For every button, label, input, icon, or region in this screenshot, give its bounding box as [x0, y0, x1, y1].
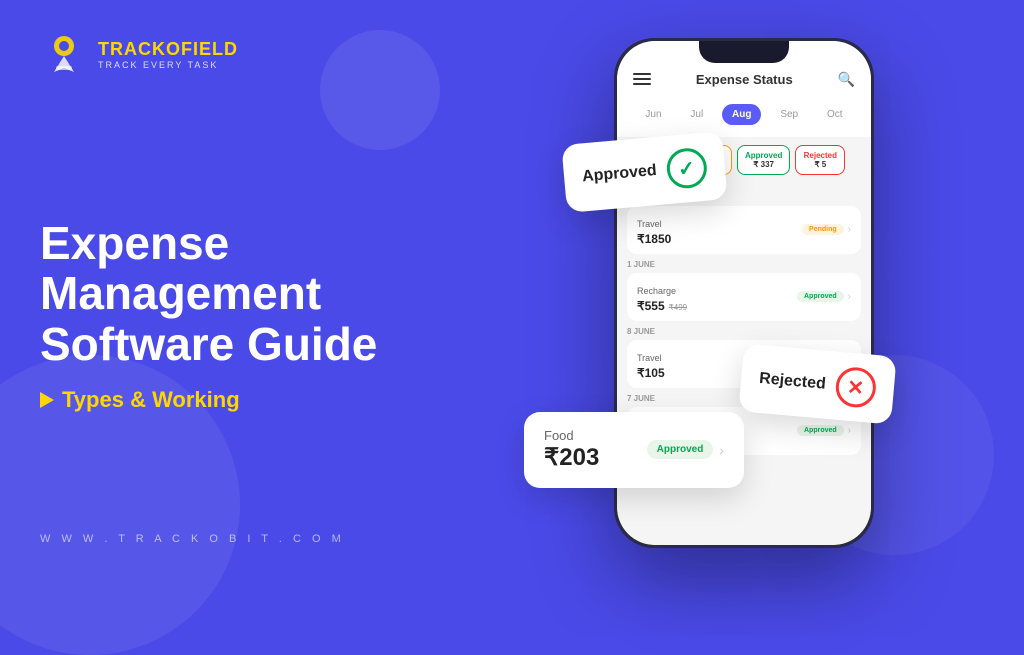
month-sep[interactable]: Sep	[770, 104, 808, 125]
month-tabs: Jun Jul Aug Sep Oct	[617, 98, 871, 137]
logo-part2: FIELD	[181, 39, 238, 59]
floating-food-card: Food ₹203 Approved ›	[524, 412, 744, 488]
rejected-label: Rejected	[759, 369, 827, 392]
subtitle: Types & Working	[40, 387, 460, 413]
logo-area: TRACKOFIELD TRACK EVERY TASK	[40, 30, 460, 78]
website-text: W W W . T R A C K O B I T . C O M	[40, 533, 460, 545]
filter-rejected[interactable]: Rejected ₹ 5	[795, 145, 845, 175]
logo-part1: TRACKO	[98, 39, 181, 59]
right-section: Approved ✓ Expense Status 🔍 Jun Ju	[464, 0, 1024, 575]
main-text: Expense Management Software Guide Types …	[40, 78, 460, 533]
approved-card-label: Approved	[581, 161, 657, 185]
app-title: Expense Status	[696, 72, 793, 87]
hamburger-icon[interactable]	[633, 73, 651, 85]
logo-name: TRACKOFIELD	[98, 39, 238, 60]
month-jun[interactable]: Jun	[635, 104, 671, 125]
rejected-card-label: Rejected	[759, 369, 827, 393]
month-oct[interactable]: Oct	[817, 104, 853, 125]
heading-line2: Software Guide	[40, 318, 377, 370]
logo-tagline: TRACK EVERY TASK	[98, 60, 238, 70]
date-8june: 8 JUNE	[627, 327, 861, 336]
food-amount: ₹203	[544, 443, 599, 472]
status-pending-badge: Pending	[802, 224, 844, 235]
phone-notch	[699, 41, 789, 63]
expense-item-travel[interactable]: Travel ₹1850 Pending ›	[627, 206, 861, 254]
filter-approved[interactable]: Approved ₹ 337	[737, 145, 790, 175]
search-icon[interactable]: 🔍	[838, 71, 855, 88]
status-approved-badge2: Approved	[797, 425, 844, 436]
food-name: Food	[544, 428, 599, 443]
approved-label: Approved	[581, 161, 657, 184]
date-1june: 1 JUNE	[627, 260, 861, 269]
expense-item-recharge[interactable]: Recharge ₹555 ₹499 Approved ›	[627, 273, 861, 321]
floating-approved-card: Approved ✓	[561, 131, 727, 213]
floating-rejected-card: Rejected ✕	[739, 343, 897, 424]
main-heading: Expense Management Software Guide	[40, 218, 460, 370]
month-aug[interactable]: Aug	[722, 104, 761, 125]
month-jul[interactable]: Jul	[680, 104, 713, 125]
logo-icon	[40, 30, 88, 78]
phone-wrapper: Approved ✓ Expense Status 🔍 Jun Ju	[604, 38, 884, 558]
heading-line1: Expense Management	[40, 217, 321, 320]
food-card-left: Food ₹203	[544, 428, 599, 472]
status-approved-badge: Approved	[797, 291, 844, 302]
left-section: TRACKOFIELD TRACK EVERY TASK Expense Man…	[40, 0, 460, 575]
subtitle-text: Types & Working	[62, 387, 240, 413]
check-circle-icon: ✓	[665, 146, 708, 189]
x-circle-icon: ✕	[834, 365, 877, 408]
food-status-badge: Approved	[647, 440, 714, 459]
food-card-right: Approved ›	[647, 440, 724, 459]
food-chevron-icon: ›	[719, 442, 724, 458]
logo-text: TRACKOFIELD TRACK EVERY TASK	[98, 39, 238, 70]
play-icon	[40, 392, 54, 408]
